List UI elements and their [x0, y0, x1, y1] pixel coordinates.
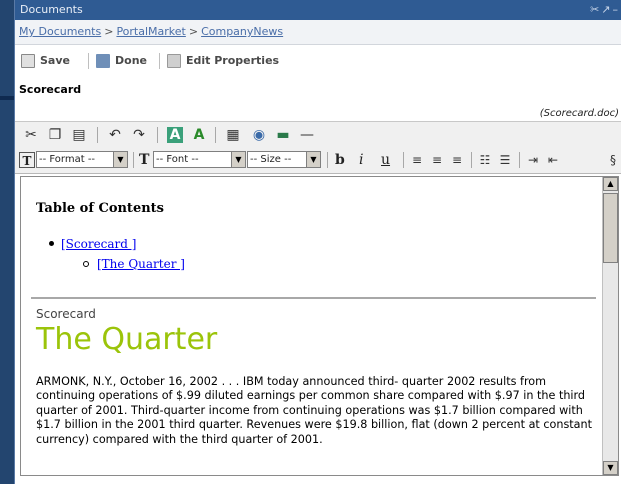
window-title: Documents [20, 3, 83, 16]
bullet-icon [49, 241, 54, 246]
align-center-icon[interactable]: ≡ [429, 152, 445, 168]
toolbar-divider [97, 127, 98, 143]
article-body: ARMONK, N.Y., October 16, 2002 . . . IBM… [36, 375, 592, 446]
save-label: Save [40, 54, 70, 67]
numbered-list-icon[interactable]: ☷ [477, 152, 493, 168]
scroll-up-button[interactable]: ▲ [603, 177, 618, 191]
toolbar-divider [403, 152, 404, 168]
toc-item: [Scorecard ] [49, 237, 136, 251]
paste-icon[interactable]: ▤ [71, 127, 87, 143]
done-label: Done [115, 54, 147, 67]
toc-link-scorecard[interactable]: [Scorecard ] [61, 237, 136, 251]
window-titlebar: Documents ✂↗– [15, 0, 621, 20]
breadcrumb-separator: > [188, 25, 199, 38]
undo-icon[interactable]: ↶ [107, 127, 123, 143]
breadcrumb: My Documents > PortalMarket > CompanyNews [15, 20, 621, 45]
highlight-color-icon[interactable]: A [167, 127, 183, 143]
toolbar-divider [157, 127, 158, 143]
size-select[interactable]: -- Size -- ▼ [247, 151, 321, 168]
edit-properties-icon [167, 54, 181, 68]
window-controls[interactable]: ✂↗– [590, 0, 620, 20]
indent-icon[interactable]: ⇥ [525, 152, 541, 168]
horizontal-rule-icon[interactable]: — [299, 127, 315, 143]
edit-properties-button[interactable]: Edit Properties [167, 52, 279, 70]
link-globe-icon[interactable]: ◉ [251, 127, 267, 143]
action-bar: Save Done Edit Properties [15, 45, 621, 75]
left-strip-band [0, 96, 14, 100]
document-title: Scorecard [19, 83, 82, 96]
chevron-down-icon: ▼ [306, 152, 320, 167]
outdent-icon[interactable]: ⇤ [545, 152, 561, 168]
breadcrumb-portalmarket[interactable]: PortalMarket [116, 25, 185, 38]
edit-properties-label: Edit Properties [186, 54, 280, 67]
chevron-down-icon: ▼ [231, 152, 245, 167]
text-color-icon[interactable]: A [191, 127, 207, 143]
left-strip [0, 0, 14, 484]
editor-scrollbar[interactable]: ▲ ▼ [602, 177, 618, 475]
scroll-down-button[interactable]: ▼ [603, 461, 618, 475]
section-label: Scorecard [36, 307, 96, 321]
editor-toolbar-row-1: ✂ ❐ ▤ ↶ ↷ A A ▦ ◉ ▬ — [15, 121, 621, 148]
font-icon: T [139, 152, 150, 168]
format-select[interactable]: -- Format -- ▼ [36, 151, 128, 168]
scroll-thumb[interactable] [603, 193, 618, 263]
toc-item: [The Quarter ] [83, 257, 185, 271]
save-button[interactable]: Save [21, 52, 70, 70]
chevron-down-icon: ▼ [113, 152, 127, 167]
toolbar-divider [133, 152, 134, 168]
bold-button[interactable]: b [335, 152, 345, 168]
underline-button[interactable]: u [381, 152, 390, 168]
toc-link-the-quarter[interactable]: [The Quarter ] [97, 257, 185, 271]
editor-content[interactable]: Table of Contents [Scorecard ] [The Quar… [21, 177, 602, 475]
breadcrumb-companynews[interactable]: CompanyNews [201, 25, 283, 38]
action-divider [159, 53, 160, 69]
align-left-icon[interactable]: ≡ [409, 152, 425, 168]
toolbar-divider [519, 152, 520, 168]
action-divider [88, 53, 89, 69]
toc-heading: Table of Contents [36, 201, 164, 216]
done-button[interactable]: Done [96, 52, 147, 70]
toolbar-divider [215, 127, 216, 143]
toolbar-divider [327, 152, 328, 168]
section-divider [31, 297, 596, 299]
bullet-list-icon[interactable]: ☰ [497, 152, 513, 168]
breadcrumb-my-documents[interactable]: My Documents [19, 25, 101, 38]
cut-icon[interactable]: ✂ [23, 127, 39, 143]
align-right-icon[interactable]: ≡ [449, 152, 465, 168]
document-filename: (Scorecard.doc) [539, 108, 619, 119]
copy-icon[interactable]: ❐ [47, 127, 63, 143]
table-icon[interactable]: ▦ [225, 127, 241, 143]
font-select[interactable]: -- Font -- ▼ [153, 151, 246, 168]
article-headline: The Quarter [36, 322, 218, 357]
source-icon[interactable]: § [605, 152, 621, 168]
documents-window: Documents ✂↗– My Documents > PortalMarket >… [14, 0, 621, 484]
save-icon [21, 54, 35, 68]
rich-text-editor[interactable]: Table of Contents [Scorecard ] [The Quar… [20, 176, 619, 476]
breadcrumb-separator: > [104, 25, 114, 38]
italic-button[interactable]: i [359, 152, 363, 168]
circle-bullet-icon [83, 261, 89, 267]
editor-toolbar-row-2: T -- Format -- ▼ T -- Font -- ▼ -- Size --… [15, 147, 621, 174]
redo-icon[interactable]: ↷ [131, 127, 147, 143]
image-icon[interactable]: ▬ [275, 127, 291, 143]
toolbar-divider [471, 152, 472, 168]
done-icon [96, 54, 110, 68]
format-icon: T [19, 152, 35, 168]
